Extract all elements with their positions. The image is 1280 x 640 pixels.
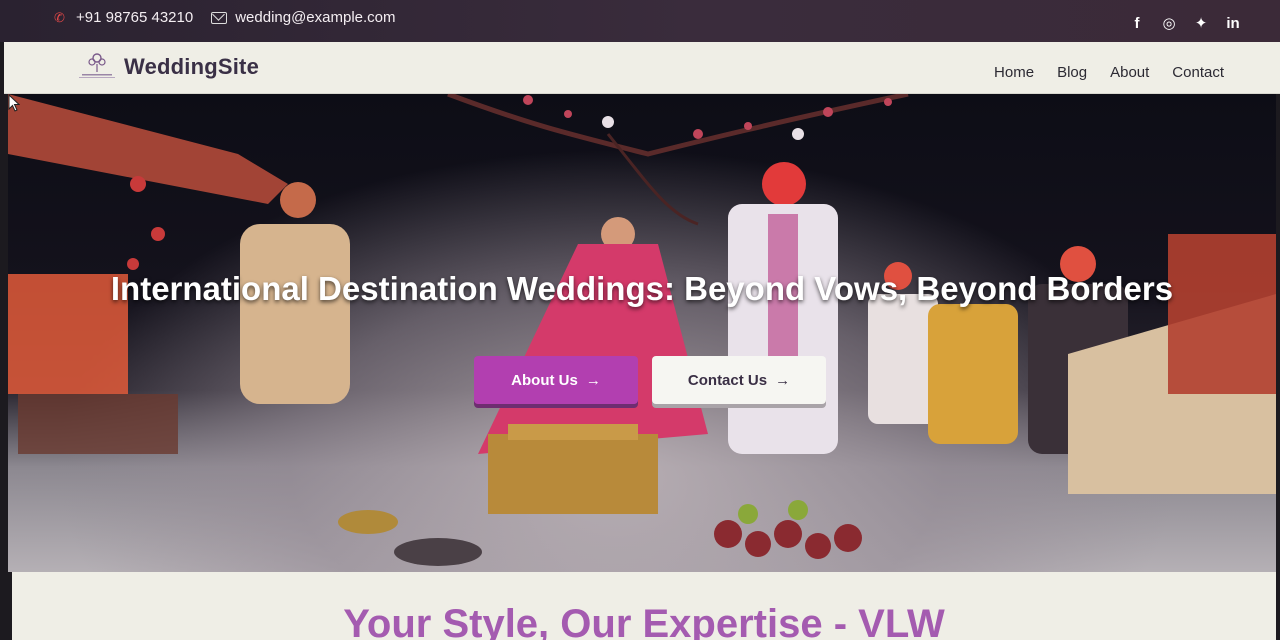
hero-background-image xyxy=(8,94,1276,566)
nav-about[interactable]: About xyxy=(1110,64,1149,81)
email-address[interactable]: wedding@example.com xyxy=(235,9,395,26)
twitter-icon[interactable]: ✦ xyxy=(1194,14,1208,32)
contact-us-label: Contact Us xyxy=(687,371,768,389)
style-expertise-section: Your Style, Our Expertise - VLW xyxy=(12,572,1276,640)
nav-menu: Home Blog About Contact xyxy=(994,64,1224,81)
main-navbar: WeddingSite Home Blog About Contact xyxy=(4,42,1280,94)
mail-icon xyxy=(211,11,228,24)
about-us-label: About Us xyxy=(511,371,578,389)
nav-contact[interactable]: Contact xyxy=(1172,64,1224,81)
hero-banner: International Destination Weddings: Beyo… xyxy=(8,94,1276,572)
instagram-icon[interactable]: ◎ xyxy=(1162,14,1176,32)
facebook-icon[interactable]: f xyxy=(1130,15,1144,32)
contact-us-button[interactable]: Contact Us → xyxy=(652,356,826,404)
social-links: f ◎ ✦ in xyxy=(1130,14,1240,33)
about-us-button[interactable]: About Us → xyxy=(474,356,638,404)
top-contact-bar: ✆ +91 98765 43210 wedding@example.com f … xyxy=(0,0,1280,42)
phone-icon: ✆ xyxy=(54,9,65,25)
phone-contact[interactable]: ✆ +91 98765 43210 xyxy=(54,9,193,26)
email-contact[interactable]: wedding@example.com xyxy=(211,9,396,26)
nav-blog[interactable]: Blog xyxy=(1057,64,1087,81)
section-title: Your Style, Our Expertise - VLW xyxy=(343,602,945,640)
mouse-cursor-icon xyxy=(8,94,20,112)
contact-info: ✆ +91 98765 43210 wedding@example.com xyxy=(54,9,396,26)
linkedin-icon[interactable]: in xyxy=(1226,15,1240,32)
arrow-right-icon: → xyxy=(775,371,791,389)
brand-name[interactable]: WeddingSite xyxy=(124,54,259,80)
hero-title: International Destination Weddings: Beyo… xyxy=(110,270,1174,307)
nav-home[interactable]: Home xyxy=(994,64,1034,81)
logo-icon[interactable] xyxy=(74,50,120,80)
arrow-right-icon: → xyxy=(585,371,601,389)
phone-number[interactable]: +91 98765 43210 xyxy=(76,9,193,26)
